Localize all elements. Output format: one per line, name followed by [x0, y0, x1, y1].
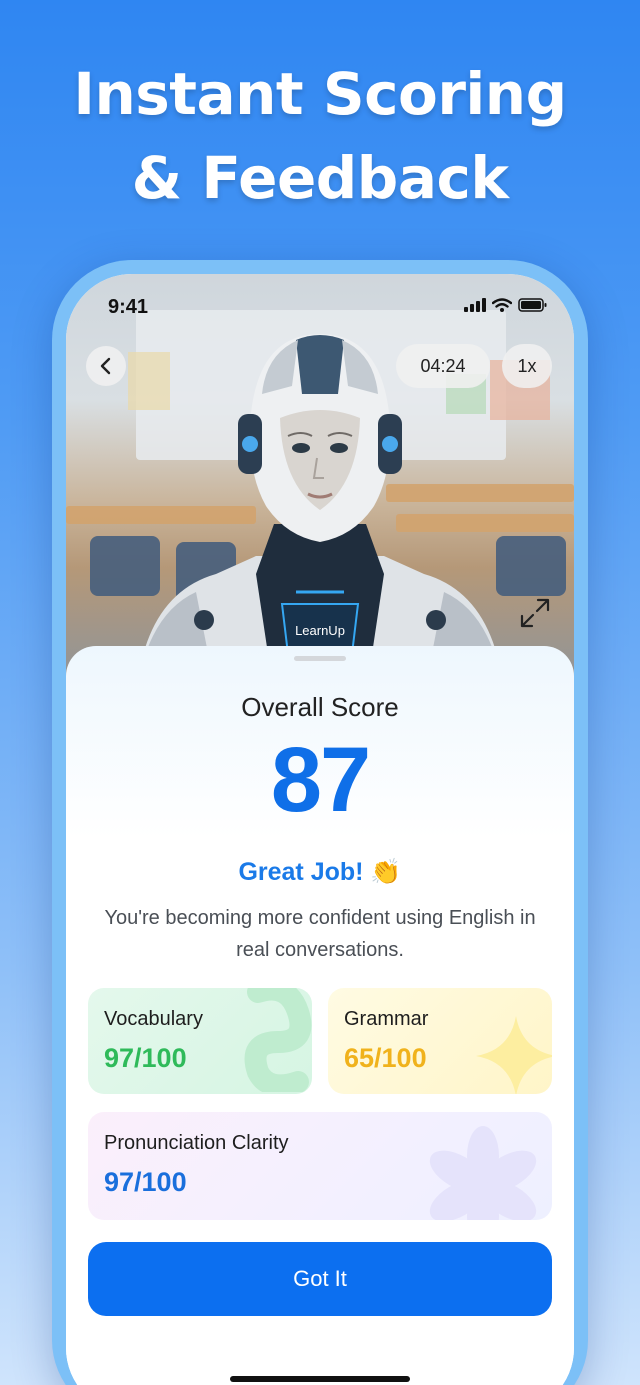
- headline-line-2: & Feedback: [131, 144, 509, 212]
- vocabulary-label: Vocabulary: [104, 1008, 203, 1030]
- status-time: 9:41: [108, 296, 149, 318]
- headline-line-1: Instant Scoring: [73, 60, 567, 128]
- chevron-left-icon: [100, 357, 111, 375]
- home-indicator[interactable]: [230, 1376, 410, 1382]
- pronunciation-label: Pronunciation Clarity: [104, 1132, 289, 1154]
- grammar-label: Grammar: [344, 1008, 429, 1030]
- overall-score-title: Overall Score: [241, 692, 399, 722]
- sheet-grabber[interactable]: [294, 656, 346, 661]
- ai-tutor-avatar: LearnUp: [136, 334, 504, 694]
- feedback-message: You're becoming more confident using Eng…: [104, 907, 536, 961]
- learnup-badge: LearnUp: [295, 623, 345, 638]
- pronunciation-card: Pronunciation Clarity 97/100: [88, 1112, 552, 1220]
- status-bar: 9:41: [66, 296, 574, 318]
- status-icons: [464, 298, 548, 312]
- overall-score-value: 87: [270, 729, 371, 831]
- grammar-score: 65/100: [344, 1043, 427, 1073]
- headline: Instant Scoring & Feedback: [0, 52, 640, 220]
- battery-icon: [518, 298, 547, 312]
- playback-speed-button[interactable]: 1x: [502, 344, 552, 388]
- session-timer: 04:24: [396, 344, 490, 388]
- got-it-button[interactable]: Got It: [88, 1242, 552, 1316]
- wifi-icon: [492, 298, 512, 312]
- vocabulary-score: 97/100: [104, 1043, 187, 1073]
- vocabulary-card: Vocabulary 97/100: [88, 988, 312, 1094]
- phone-screen: LearnUp 9:41 04:24 1x Overall Score 87 G…: [66, 274, 574, 1385]
- grammar-card: Grammar 65/100: [328, 988, 552, 1094]
- feedback-headline: Great Job! 👏: [238, 858, 402, 886]
- decorative-shape-icon: [244, 988, 312, 1092]
- back-button[interactable]: [86, 346, 126, 386]
- video-scene: LearnUp 9:41 04:24 1x: [66, 274, 574, 694]
- pronunciation-score: 97/100: [104, 1167, 187, 1197]
- expand-arrows-icon[interactable]: [518, 596, 552, 630]
- signal-icon: [464, 298, 486, 312]
- score-sheet: Overall Score 87 Great Job! 👏 You're bec…: [66, 646, 574, 1385]
